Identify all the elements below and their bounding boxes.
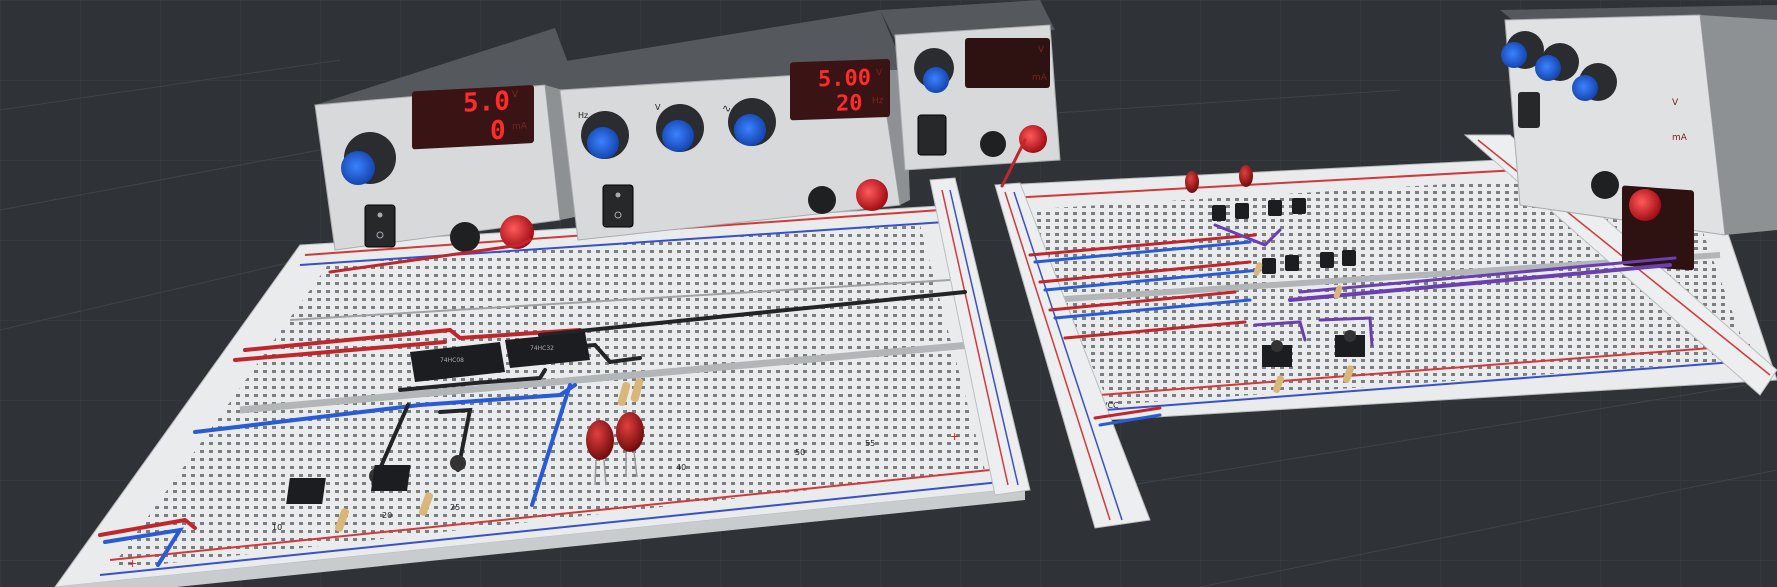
row-label-50: 50 — [795, 448, 805, 457]
supply1-black-terminal[interactable] — [450, 222, 480, 252]
gen-frequency: 20 — [836, 91, 862, 117]
transistor-1[interactable] — [1212, 205, 1226, 221]
gen-v-unit: V — [876, 68, 883, 78]
supply1-voltage: 5.0 — [463, 86, 510, 118]
supply3-black-terminal[interactable] — [980, 131, 1006, 157]
supply3-knob-blue-icon[interactable] — [923, 67, 949, 93]
supply1-knob-blue-icon[interactable] — [341, 151, 375, 185]
supply3-red-terminal[interactable] — [1019, 125, 1047, 153]
supply4-black-terminal[interactable] — [1591, 171, 1619, 199]
led-red-4-icon[interactable] — [1239, 165, 1253, 187]
gen-knob-label-v: V — [655, 103, 661, 112]
transistor-3[interactable] — [1268, 200, 1282, 216]
supply1-v-unit: V — [512, 90, 519, 100]
circuit-lab-scene: + + - 10 20 25 40 50 55 VCC + — [0, 0, 1777, 587]
led-red-3-icon[interactable] — [1185, 171, 1199, 193]
supply4-knob-3-icon[interactable] — [1572, 75, 1598, 101]
gen-power-switch[interactable] — [602, 184, 634, 228]
gen-knob-label-hz: Hz — [578, 111, 588, 120]
row-label-40: 40 — [676, 463, 686, 472]
gen-knob-hz-icon[interactable] — [587, 127, 619, 159]
transistor-8[interactable] — [1342, 250, 1356, 266]
supply4-v-unit: V — [1672, 98, 1679, 108]
transistor-5[interactable] — [1262, 258, 1276, 274]
gen-black-terminal[interactable] — [808, 186, 836, 214]
gen-f-unit: Hz — [872, 96, 884, 106]
supply4-knob-1-icon[interactable] — [1501, 42, 1527, 68]
rail-plus-label-right: + — [950, 430, 959, 443]
transistor-2[interactable] — [1235, 203, 1249, 219]
row-label-20: 20 — [382, 511, 392, 520]
supply4-knob-2-icon[interactable] — [1535, 55, 1561, 81]
supply3-power-switch[interactable] — [917, 114, 947, 156]
row-label-10: 10 — [272, 523, 282, 532]
row-label-25: 25 — [450, 503, 460, 512]
transistor-6[interactable] — [1285, 255, 1299, 271]
supply4-red-terminal[interactable] — [1629, 189, 1661, 221]
supply1-power-switch[interactable] — [364, 204, 396, 248]
gen-voltage: 5.00 — [818, 66, 871, 93]
gen-knob-v-icon[interactable] — [662, 120, 694, 152]
supply3-i-unit: mA — [1032, 73, 1048, 83]
svg-text:74HC32: 74HC32 — [530, 345, 554, 352]
rail-plus-label: + — [128, 557, 137, 570]
supply4-power-switch[interactable] — [1518, 92, 1540, 128]
transistor-7[interactable] — [1320, 252, 1334, 268]
supply4-i-unit: mA — [1672, 133, 1688, 143]
row-label-55: 55 — [865, 439, 875, 448]
gen-knob-wave-icon[interactable] — [734, 114, 766, 146]
transistor-4[interactable] — [1292, 198, 1306, 214]
supply1-i-unit: mA — [512, 121, 528, 132]
supply3-v-unit: V — [1038, 45, 1045, 55]
svg-text:74HC08: 74HC08 — [440, 357, 464, 364]
gen-red-terminal[interactable] — [856, 179, 888, 211]
supply1-red-terminal[interactable] — [500, 215, 534, 249]
supply1-current: 0 — [490, 116, 506, 147]
power-supply-3[interactable]: V mA — [880, 0, 1061, 171]
